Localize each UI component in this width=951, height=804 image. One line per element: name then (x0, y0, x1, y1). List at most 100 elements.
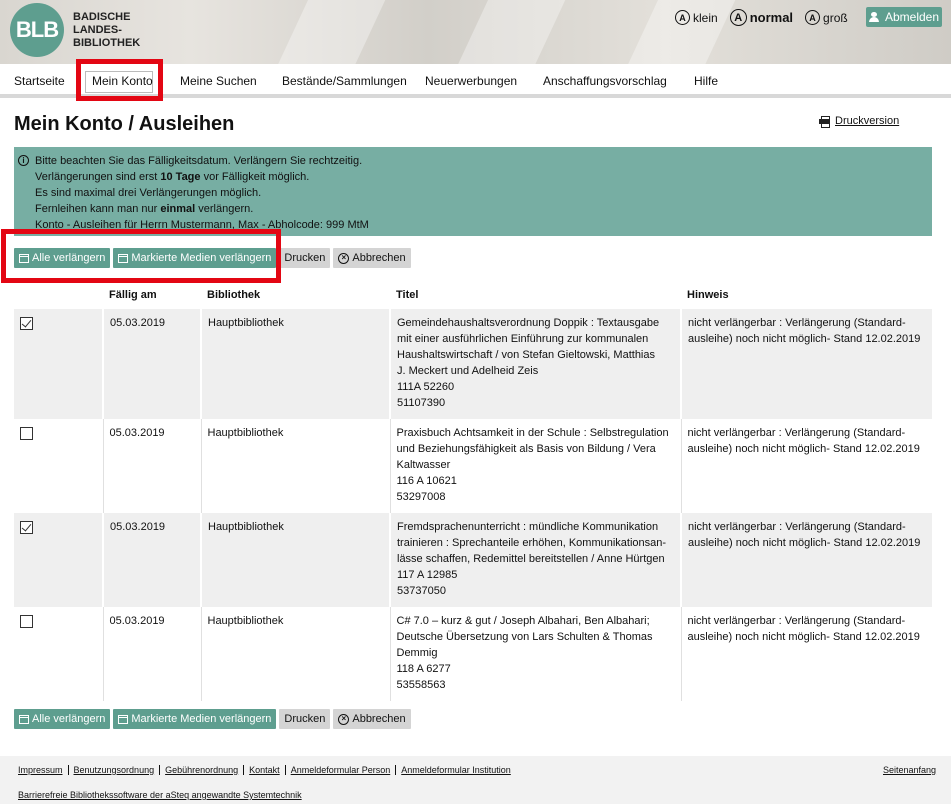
footer-link-anmeldeformular-institution[interactable]: Anmeldeformular Institution (401, 765, 516, 775)
button-label: Alle verlängern (32, 713, 106, 725)
footer-link-anmeldeformular-person[interactable]: Anmeldeformular Person (291, 765, 397, 775)
row-checkbox[interactable] (20, 521, 33, 534)
button-label: Abbrechen (352, 713, 406, 725)
notice-text: Verlängerungen sind erst (35, 171, 161, 183)
title-cell: C# 7.0 – kurz & gut / Joseph Albahari, B… (389, 607, 681, 701)
main-nav: Startseite Mein Konto Meine Suchen Bestä… (0, 64, 951, 98)
notice-line: Es sind maximal drei Verlängerungen mögl… (35, 187, 262, 199)
blb-logo[interactable]: BLB BADISCHE LANDES- BIBLIOTHEK (10, 3, 140, 57)
user-icon (868, 12, 879, 22)
shelfmark: 111A 52260 (397, 381, 455, 393)
cancel-button[interactable]: × Abbrechen (333, 248, 411, 268)
select-cell (14, 513, 103, 607)
cancel-icon: × (338, 252, 350, 264)
nav-item-hilfe[interactable]: Hilfe (694, 74, 718, 88)
font-size-icon: A (729, 9, 747, 26)
cancel-button[interactable]: × Abbrechen (333, 709, 411, 729)
column-header-select (14, 285, 103, 309)
font-size-large[interactable]: A groß (805, 10, 848, 25)
button-label: Alle verlängern (32, 252, 106, 264)
notice-text: vor Fälligkeit möglich. (200, 171, 310, 183)
notice-line: Bitte beachten Sie das Fälligkeitsdatum.… (35, 155, 363, 167)
nav-item-meine-suchen[interactable]: Meine Suchen (180, 74, 257, 88)
printer-icon (819, 116, 830, 128)
column-header-title: Titel (396, 289, 419, 301)
title-line: trainieren : Sprechanteile erhöhen, Komm… (397, 537, 667, 549)
loans-table: Fällig am Bibliothek Titel Hinweis 05.03… (14, 285, 932, 701)
note-cell: nicht verlängerbar : Verlängerung (Stand… (680, 513, 932, 607)
logout-label: Abmelden (884, 10, 940, 24)
notice-emphasis: 10 Tage (160, 171, 201, 183)
print-button[interactable]: Drucken (279, 248, 331, 268)
notice-line: Verlängerungen sind erst 10 Tage vor Fäl… (35, 169, 932, 185)
font-size-small[interactable]: A klein (675, 10, 718, 25)
print-version-label: Druckversion (835, 115, 900, 127)
note-cell: nicht verlängerbar : Verlängerung (Stand… (680, 419, 932, 513)
renew-marked-button[interactable]: Markierte Medien verlängern (113, 709, 277, 729)
title-line: mit einer ausführlichen Einführung zur k… (397, 333, 649, 345)
shelfmark: 116 A 10621 (396, 475, 457, 487)
calendar-icon (19, 253, 29, 263)
title-line: Haushaltswirtschaft / von Stefan Gieltow… (397, 349, 655, 361)
print-version-link[interactable]: Druckversion (819, 115, 900, 128)
note-line: ausleihe) noch nicht möglich- Stand 12.0… (687, 443, 920, 455)
title-line: J. Meckert und Adelheid Zeis (397, 365, 539, 377)
row-checkbox[interactable] (20, 427, 33, 440)
back-to-top-link[interactable]: Seitenanfang (883, 765, 936, 775)
footer-link-gebuehrenordnung[interactable]: Gebührenordnung (165, 765, 245, 775)
cancel-icon: × (338, 713, 350, 725)
nav-item-bestaende[interactable]: Bestände/Sammlungen (282, 74, 407, 88)
header-decoration (267, 0, 403, 64)
footer-link-kontakt[interactable]: Kontakt (249, 765, 286, 775)
column-header-library: Bibliothek (207, 289, 261, 301)
note-line: nicht verlängerbar : Verlängerung (Stand… (688, 521, 906, 533)
note-line: nicht verlängerbar : Verlängerung (Stand… (688, 317, 906, 329)
footer-link-benutzungsordnung[interactable]: Benutzungsordnung (74, 765, 161, 775)
site-footer: Impressum Benutzungsordnung Gebührenordn… (0, 756, 951, 804)
logo-text: BADISCHE LANDES- BIBLIOTHEK (73, 11, 140, 50)
note-line: nicht verlängerbar : Verlängerung (Stand… (687, 427, 906, 439)
note-line: nicht verlängerbar : Verlängerung (Stand… (687, 615, 906, 627)
shelfmark: 118 A 6277 (396, 663, 451, 675)
font-size-icon: A (675, 10, 690, 25)
title-line: Gemeindehaushaltsverordnung Doppik : Tex… (397, 317, 660, 329)
button-label: Markierte Medien verlängern (131, 252, 272, 264)
table-row: 05.03.2019 Hauptbibliothek C# 7.0 – kurz… (14, 607, 932, 701)
note-line: ausleihe) noch nicht möglich- Stand 12.0… (687, 631, 920, 643)
renew-marked-button[interactable]: Markierte Medien verlängern (113, 248, 277, 268)
software-credit-link[interactable]: Barrierefreie Bibliothekssoftware der aS… (18, 790, 302, 800)
font-size-normal[interactable]: A normal (729, 9, 794, 26)
header-decoration (447, 0, 583, 64)
print-button[interactable]: Drucken (279, 709, 331, 729)
library-name: Hauptbibliothek (200, 419, 390, 513)
font-size-switcher: A klein A normal A groß (675, 9, 860, 26)
title-line: Praxisbuch Achtsamkeit in der Schule : S… (396, 427, 669, 439)
logout-button[interactable]: Abmelden (866, 7, 942, 27)
logo-line: BIBLIOTHEK (73, 36, 141, 49)
row-checkbox[interactable] (20, 317, 33, 330)
calendar-icon (118, 714, 129, 724)
nav-item-mein-konto[interactable]: Mein Konto (92, 74, 153, 88)
page-title: Mein Konto / Ausleihen (14, 113, 235, 135)
action-bar-bottom: Alle verlängern Markierte Medien verläng… (14, 709, 414, 729)
title-cell: Fremdsprachenunterricht : mündliche Komm… (389, 513, 681, 607)
title-cell: Gemeindehaushaltsverordnung Doppik : Tex… (389, 309, 681, 419)
barcode: 53558563 (396, 679, 446, 691)
footer-link-impressum[interactable]: Impressum (18, 765, 69, 775)
row-checkbox[interactable] (20, 615, 33, 628)
nav-item-anschaffungsvorschlag[interactable]: Anschaffungsvorschlag (543, 74, 667, 88)
button-label: Drucken (284, 252, 326, 264)
notice-text: Fernleihen kann man nur (35, 203, 161, 215)
title-line: Kaltwasser (396, 459, 451, 471)
font-size-label: normal (749, 10, 794, 25)
renew-all-button[interactable]: Alle verlängern (14, 709, 111, 729)
title-line: Demmig (396, 647, 438, 659)
nav-item-startseite[interactable]: Startseite (14, 74, 65, 88)
column-header-note: Hinweis (687, 289, 729, 301)
due-date: 05.03.2019 (102, 513, 201, 607)
title-line: und Beziehungsfähigkeit als Basis von Bi… (396, 443, 656, 455)
barcode: 53737050 (397, 585, 446, 597)
renew-all-button[interactable]: Alle verlängern (14, 248, 111, 268)
note-cell: nicht verlängerbar : Verlängerung (Stand… (680, 309, 932, 419)
nav-item-neuerwerbungen[interactable]: Neuerwerbungen (425, 74, 517, 88)
